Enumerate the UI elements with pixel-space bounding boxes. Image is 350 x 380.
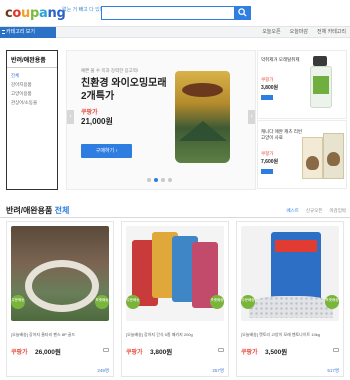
product-card[interactable]: 주문배송 포켓배송 [오늘배송] 캣토리 고양이 모래 벤토나이트 10kg 쿠…: [236, 221, 344, 377]
product-price: 26,000원: [35, 349, 61, 356]
sidebar-item-cat[interactable]: 고양이용품: [7, 89, 57, 98]
side-ad-cat-food[interactable]: 캐니다 애완 캐츠 리번 고양이 사료 쿠팡가 7,600원: [257, 120, 347, 189]
section-title: 반려/애완용품 전체: [6, 205, 69, 216]
food-box: [323, 133, 344, 179]
pocket-badge: 포켓배송: [210, 295, 224, 309]
buy-button-label: 구매하기: [95, 148, 115, 154]
delivery-badge: 주문배송: [241, 295, 255, 309]
cat-food-boxes-image: [302, 129, 346, 181]
sort-best[interactable]: 베스트: [286, 208, 298, 214]
delivery-badge: 주문배송: [126, 295, 140, 309]
side-ad-title: 캐니다 애완 캐츠 리번 고양이 사료: [261, 129, 303, 140]
main-banner[interactable]: 예쁜 풀 수 목과 강력한 응고력! 친환경 와이오밍모래 2개특가 쿠팡가 2…: [66, 50, 256, 190]
section-divider: [0, 217, 350, 218]
sidebar-title: 반려/애완용품: [7, 51, 57, 68]
side-ad-brand: 쿠팡가: [261, 77, 274, 82]
buy-button[interactable]: 구매하기 ›: [81, 144, 132, 158]
product-price: 3,800원: [150, 349, 173, 356]
menu-icon: [2, 30, 5, 34]
product-brand: 쿠팡가: [11, 350, 28, 356]
pocket-badge: 포켓배송: [95, 295, 109, 309]
product-brand: 쿠팡가: [241, 350, 258, 356]
coupang-logo[interactable]: coupang: [5, 6, 66, 21]
pager-dot-active[interactable]: [154, 178, 158, 182]
pager-dot[interactable]: [161, 178, 165, 182]
sort-new[interactable]: 신규오픈: [306, 208, 323, 214]
nav-links: 오늘오픈 오늘마감 전체 카테고리: [262, 27, 346, 38]
side-ad-title: 악취제거 모래탈취제: [261, 57, 300, 62]
nav-link-today-open[interactable]: 오늘오픈: [262, 27, 280, 38]
sidebar-item-dog[interactable]: 강아지용품: [7, 80, 57, 89]
banner-prev-button[interactable]: ‹: [67, 110, 74, 124]
product-rating-count: 257명: [212, 368, 224, 373]
nav-link-today-close[interactable]: 오늘마감: [290, 27, 308, 38]
comment-icon[interactable]: [103, 348, 109, 352]
product-image-fence: [11, 226, 109, 321]
bag-mountain-graphic: [179, 121, 227, 141]
pager-dot[interactable]: [147, 178, 151, 182]
search-icon: [238, 8, 247, 17]
product-price: 3,500원: [265, 349, 288, 356]
search-button[interactable]: [234, 6, 251, 20]
banner-title: 친환경 와이오밍모래 2개특가: [81, 78, 167, 102]
section-title-label: 반려/애완용품: [6, 206, 53, 215]
product-name: [오늘배송] 캣토리 고양이 모래 벤토나이트 10kg: [241, 332, 321, 337]
product-brand: 쿠팡가: [126, 350, 143, 356]
banner-pager: [147, 178, 172, 182]
search-input[interactable]: [101, 6, 237, 20]
side-ad-brand: 쿠팡가: [261, 151, 274, 156]
product-name: [오늘배송] 강아지 간식 5종 패키지 200g: [126, 332, 193, 337]
delivery-badge: 주문배송: [11, 295, 25, 309]
product-card[interactable]: 주문배송 포켓배송 [오늘배송] 강아지 울타리 펜스 8P 골드 쿠팡가 26…: [6, 221, 114, 377]
banner-price: 21,000원: [81, 117, 113, 126]
comment-icon[interactable]: [333, 348, 339, 352]
pocket-badge: 포켓배송: [325, 295, 339, 309]
banner-brand: 쿠팡가: [81, 110, 98, 116]
side-ad-deodorizer[interactable]: 악취제거 모래탈취제 쿠팡가 3,800원: [257, 50, 347, 119]
side-ad-buy-button[interactable]: [261, 169, 273, 174]
product-name: [오늘배송] 강아지 울타리 펜스 8P 골드: [11, 332, 76, 337]
product-image-cat-litter: [241, 226, 339, 321]
side-ad-buy-button[interactable]: [261, 95, 273, 100]
product-rating-count: 517명: [327, 368, 339, 373]
side-ad-price: 3,800원: [261, 85, 279, 91]
litter-pile: [249, 296, 333, 318]
product-image-treats: [126, 226, 224, 321]
fence-graphic: [25, 260, 99, 312]
category-sidebar: 반려/애완용품 전체 강아지용품 고양이용품 관상어/소동물: [6, 50, 58, 190]
category-button-label: 카테고리 보기: [6, 29, 35, 35]
chevron-right-icon: ›: [115, 148, 118, 154]
nav-bar: 카테고리 보기 오늘오픈 오늘마감 전체 카테고리: [0, 26, 350, 38]
header: coupang 없는 거 빼고 다 있다: [0, 0, 350, 26]
banner-subtitle: 예쁜 풀 수 목과 강력한 응고력!: [81, 68, 139, 73]
food-box: [302, 137, 323, 179]
section-all-link[interactable]: 전체: [55, 206, 70, 215]
product-card[interactable]: 주문배송 포켓배송 [오늘배송] 강아지 간식 5종 패키지 200g 쿠팡가 …: [121, 221, 229, 377]
bag-label-logo: [182, 83, 223, 97]
side-ad-price: 7,600원: [261, 159, 279, 165]
product-rating-count: 249명: [97, 368, 109, 373]
sidebar-item-fish[interactable]: 관상어/소동물: [7, 98, 57, 107]
spray-bottle-image: [310, 56, 332, 108]
comment-icon[interactable]: [218, 348, 224, 352]
sort-closing[interactable]: 마감임박: [329, 208, 346, 214]
nav-link-all-categories[interactable]: 전체 카테고리: [317, 27, 346, 38]
spray-head: [313, 56, 327, 66]
litter-bag-image: [175, 71, 230, 163]
spray-label: [313, 76, 329, 94]
sort-options: 베스트 신규오픈 마감임박: [286, 208, 346, 214]
sidebar-item-all[interactable]: 전체: [7, 71, 57, 80]
pager-dot[interactable]: [168, 178, 172, 182]
tagline: 없는 거 빼고 다 있다: [62, 7, 105, 13]
cat-litter-bag: [271, 232, 321, 304]
cat-litter-band: [275, 240, 317, 252]
category-button[interactable]: 카테고리 보기: [0, 27, 56, 38]
banner-next-button[interactable]: ›: [248, 110, 255, 124]
